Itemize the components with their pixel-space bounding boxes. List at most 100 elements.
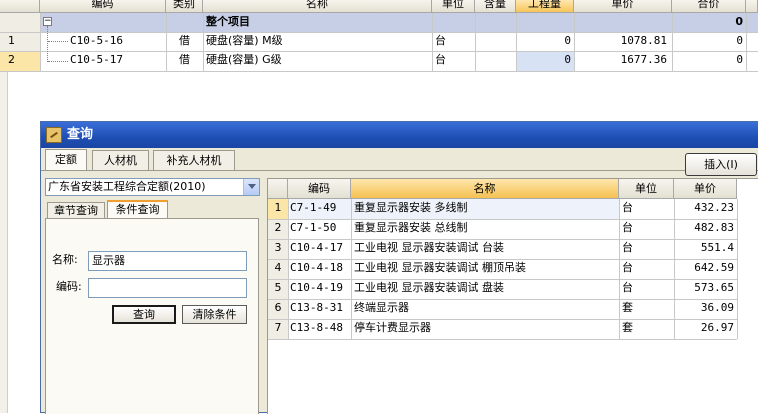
- result-name[interactable]: 停车计费显示器: [351, 319, 619, 339]
- col-header-price[interactable]: 单价: [674, 179, 737, 199]
- result-unit[interactable]: 台: [619, 259, 674, 279]
- result-code[interactable]: C7-1-50: [290, 219, 351, 239]
- result-price[interactable]: 642.59: [674, 259, 737, 279]
- result-name[interactable]: 重复显示器安装 多线制: [351, 199, 619, 219]
- grid-line: [475, 13, 476, 71]
- col-header-total[interactable]: 合价: [672, 0, 746, 13]
- tab-divider: [41, 170, 758, 171]
- row-price[interactable]: 1078.81: [574, 32, 672, 51]
- collapse-icon[interactable]: −: [43, 17, 52, 26]
- grid-line: [737, 199, 738, 339]
- result-unit[interactable]: 台: [619, 239, 674, 259]
- rownum-header: [268, 179, 288, 199]
- result-name[interactable]: 工业电视 显示器安装调试 盘装: [351, 279, 619, 299]
- quota-library-select[interactable]: 广东省安装工程综合定额(2010): [45, 178, 260, 196]
- row-quantity[interactable]: 0: [516, 32, 574, 51]
- quota-library-value: 广东省安装工程综合定额(2010): [48, 180, 206, 193]
- result-price[interactable]: 26.97: [674, 319, 737, 339]
- tree-connector: [48, 61, 68, 62]
- result-row-number[interactable]: 4: [268, 259, 288, 279]
- result-unit[interactable]: 套: [619, 299, 674, 319]
- row-total[interactable]: 0: [672, 51, 746, 71]
- row-code[interactable]: C10-5-16: [70, 32, 166, 51]
- grid-line: [0, 71, 758, 72]
- row-number[interactable]: 1: [0, 32, 40, 51]
- row-total[interactable]: 0: [672, 32, 746, 51]
- search-button[interactable]: 查询: [112, 305, 176, 324]
- row-name[interactable]: 硬盘(容量) G级: [203, 51, 432, 71]
- row-code[interactable]: C10-5-17: [70, 51, 166, 71]
- row-number-selected[interactable]: 2: [0, 51, 40, 71]
- row-unit[interactable]: 台: [432, 51, 475, 71]
- result-name[interactable]: 工业电视 显示器安装调试 棚顶吊装: [351, 259, 619, 279]
- row-price[interactable]: 1677.36: [574, 51, 672, 71]
- result-name[interactable]: 重复显示器安装 总线制: [351, 219, 619, 239]
- subtab-condition-search[interactable]: 条件查询: [107, 200, 168, 219]
- name-input[interactable]: 显示器: [88, 251, 247, 271]
- tab-quota[interactable]: 定额: [45, 149, 87, 171]
- result-code[interactable]: C10-4-17: [290, 239, 351, 259]
- result-row-number[interactable]: 1: [268, 199, 288, 219]
- summary-name: 整个项目: [206, 15, 250, 28]
- result-code[interactable]: C13-8-48: [290, 319, 351, 339]
- result-code[interactable]: C10-4-18: [290, 259, 351, 279]
- subtab-chapter-search[interactable]: 章节查询: [47, 202, 105, 219]
- result-row-number[interactable]: 5: [268, 279, 288, 299]
- result-unit[interactable]: 套: [619, 319, 674, 339]
- result-name[interactable]: 工业电视 显示器安装调试 台装: [351, 239, 619, 259]
- insert-button[interactable]: 插入(I): [685, 153, 757, 176]
- row-category[interactable]: 借: [166, 32, 203, 51]
- result-code[interactable]: C10-4-19: [290, 279, 351, 299]
- clear-conditions-button[interactable]: 清除条件: [182, 305, 247, 324]
- dialog-titlebar[interactable]: 查询: [41, 122, 758, 148]
- row-category[interactable]: 借: [166, 51, 203, 71]
- code-input[interactable]: [88, 278, 247, 298]
- result-row-number[interactable]: 2: [268, 219, 288, 239]
- result-price[interactable]: 482.83: [674, 219, 737, 239]
- result-code[interactable]: C7-1-49: [290, 199, 351, 219]
- col-header-code[interactable]: 编码: [288, 179, 351, 199]
- result-row-number[interactable]: 7: [268, 319, 288, 339]
- tab-labor-material-machine[interactable]: 人材机: [92, 150, 149, 170]
- result-price[interactable]: 551.4: [674, 239, 737, 259]
- tab-supplementary[interactable]: 补充人材机: [153, 150, 235, 170]
- result-code[interactable]: C13-8-31: [290, 299, 351, 319]
- result-price[interactable]: 573.65: [674, 279, 737, 299]
- col-header-name[interactable]: 名称: [203, 0, 432, 13]
- grid-line: [619, 199, 620, 339]
- result-name[interactable]: 终端显示器: [351, 299, 619, 319]
- col-header-code[interactable]: 编码: [40, 0, 166, 13]
- col-header-quantity[interactable]: 工程量: [516, 0, 574, 13]
- dialog-title: 查询: [67, 127, 94, 142]
- grid-line: [432, 13, 433, 71]
- row-name[interactable]: 硬盘(容量) M级: [203, 32, 432, 51]
- result-unit[interactable]: 台: [619, 219, 674, 239]
- row-unit[interactable]: 台: [432, 32, 475, 51]
- col-header-content[interactable]: 含量: [475, 0, 516, 13]
- window-edge: [0, 72, 8, 413]
- grid-line: [268, 279, 737, 280]
- result-row-number[interactable]: 3: [268, 239, 288, 259]
- col-header-category[interactable]: 类别: [166, 0, 203, 13]
- query-dialog: 查询 定额 人材机 补充人材机 插入(I) 广东省安装工程综合定额(2010) …: [40, 121, 758, 414]
- grid-line: [0, 32, 758, 33]
- col-header-price[interactable]: 单价: [574, 0, 672, 13]
- tree-connector: [48, 41, 68, 42]
- result-unit[interactable]: 台: [619, 199, 674, 219]
- app-icon: [46, 127, 62, 143]
- grid-line: [268, 299, 737, 300]
- result-unit[interactable]: 台: [619, 279, 674, 299]
- code-label: 编码:: [56, 280, 82, 293]
- col-header-unit[interactable]: 单位: [432, 0, 475, 13]
- grid-line: [288, 199, 289, 339]
- result-price[interactable]: 36.09: [674, 299, 737, 319]
- grid-line: [268, 319, 737, 320]
- row-quantity-active-cell[interactable]: 0: [516, 51, 574, 71]
- col-header-name[interactable]: 名称: [351, 179, 619, 199]
- condition-search-panel: 名称: 显示器 编码: 查询 清除条件: [45, 218, 259, 414]
- result-row-number[interactable]: 6: [268, 299, 288, 319]
- chevron-down-icon[interactable]: [243, 179, 259, 195]
- grid-line: [674, 199, 675, 339]
- result-price[interactable]: 432.23: [674, 199, 737, 219]
- col-header-unit[interactable]: 单位: [619, 179, 674, 199]
